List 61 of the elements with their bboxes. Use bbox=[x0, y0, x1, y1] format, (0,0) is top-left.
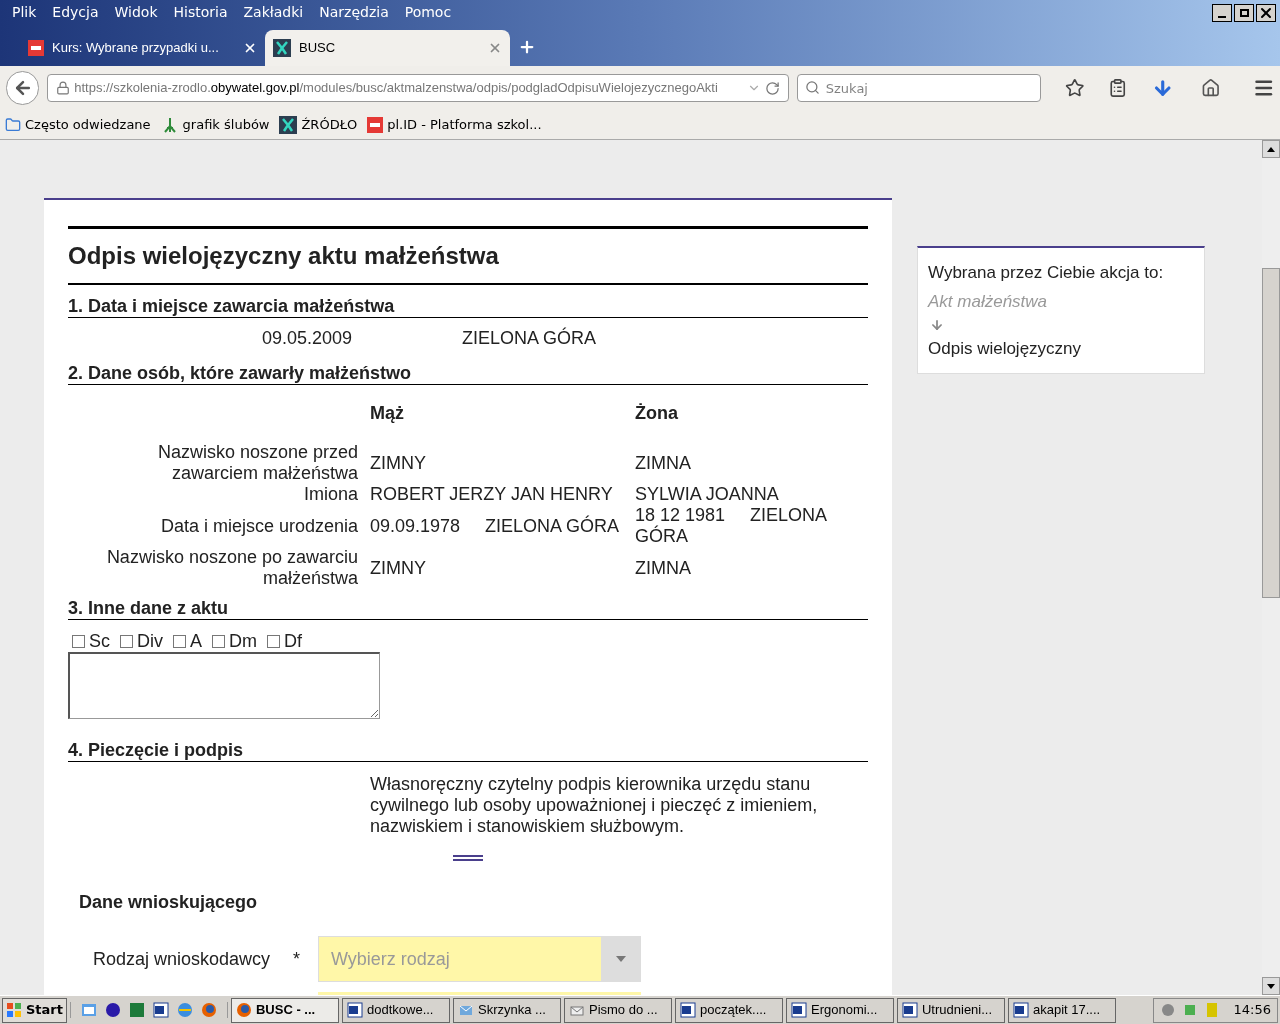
browser-tab[interactable]: Kurs: Wybrane przypadki u... bbox=[20, 30, 265, 66]
section-heading: Dane wnioskującego bbox=[79, 891, 259, 914]
document-title: Odpis wielojęzyczny aktu małżeństwa bbox=[68, 241, 500, 271]
taskbar-button[interactable]: akapit 17.... bbox=[1008, 997, 1116, 1023]
bookmark[interactable]: ŹRÓDŁO bbox=[301, 114, 358, 135]
url-field[interactable]: https://szkolenia-zrodlo.obywatel.gov.pl/modules/busc/aktmalzenstwa/odpis/podgladOdpisuWielojezycznegoAkti bbox=[47, 74, 789, 102]
field-label: Rodzaj wnioskodawcy bbox=[93, 947, 272, 971]
required-mark: * bbox=[293, 947, 301, 971]
taskbar-button[interactable]: Ergonomi... bbox=[786, 997, 894, 1023]
menu-item[interactable]: Zakładki bbox=[235, 2, 312, 23]
url-text: https://szkolenia-zrodlo.obywatel.gov.pl/modules/busc/aktmalzenstwa/odpis/podgladOdpisuWielojezycznegoAkti bbox=[74, 79, 719, 98]
taskbar-button[interactable]: dodtkowe... bbox=[342, 997, 450, 1023]
section-heading: 3. Inne dane z aktu bbox=[68, 597, 868, 620]
taskbar-button[interactable]: BUSC - ... bbox=[231, 997, 339, 1023]
browser-tab[interactable]: BUSC bbox=[265, 30, 510, 66]
section-heading: 1. Data i miejsce zawarcia małżeństwa bbox=[68, 295, 868, 318]
clock: 14:56 bbox=[1233, 1001, 1271, 1020]
taskbar-button[interactable]: Utrudnieni... bbox=[897, 997, 1005, 1023]
table-cell-text: 09.09.1978 ZIELONA GÓRA bbox=[370, 515, 621, 537]
section-heading: 4. Pieczęcie i podpis bbox=[68, 739, 868, 762]
checkbox-label: Df bbox=[284, 630, 303, 652]
menu-item[interactable]: Plik bbox=[4, 2, 45, 23]
signature-note: Własnoręczny czytelny podpis kierownika urzędu stanu cywilnego lub osoby upoważnionej i pieczęć z imieniem, nazwiskiem i stanowiskiem służbowym. bbox=[370, 774, 819, 837]
marriage-place: ZIELONA GÓRA bbox=[462, 326, 597, 350]
checkbox-label: Dm bbox=[229, 630, 258, 652]
column-header: Żona bbox=[635, 403, 679, 424]
checkbox-label: Div bbox=[137, 630, 163, 652]
menu-item[interactable]: Historia bbox=[165, 2, 236, 23]
menu-item[interactable]: Widok bbox=[106, 2, 166, 23]
checkbox-label: Sc bbox=[89, 630, 110, 652]
row-label: Imiona bbox=[302, 484, 358, 505]
row-label: Data i miejsce urodzenia bbox=[159, 515, 358, 537]
bookmark[interactable]: pl.ID - Platforma szkol... bbox=[387, 114, 542, 135]
checkbox-label: A bbox=[190, 630, 203, 652]
taskbar-button[interactable]: Pismo do ... bbox=[564, 997, 672, 1023]
search-field[interactable]: Szukaj bbox=[796, 74, 1041, 102]
menu-item[interactable]: Pomoc bbox=[396, 2, 460, 23]
row-label: Nazwisko noszone po zawarciu małżeństwa bbox=[105, 547, 358, 589]
menu-item[interactable]: Narzędzia bbox=[311, 2, 397, 23]
table-cell-text: ZIMNA bbox=[635, 452, 692, 474]
column-header: Mąż bbox=[370, 403, 405, 424]
taskbar-button[interactable]: Skrzynka ... bbox=[453, 997, 561, 1023]
selected-action: Odpis wielojęzyczny bbox=[928, 338, 1083, 360]
start-button[interactable]: Start bbox=[2, 997, 67, 1023]
marriage-date: 09.05.2009 bbox=[262, 326, 354, 350]
row-label: Nazwisko noszone przed zawarciem małżeństwa bbox=[156, 442, 358, 484]
panel-title: Wybrana przez Ciebie akcja to: bbox=[928, 262, 1165, 284]
table-cell-text: SYLWIA JOANNA bbox=[635, 484, 780, 505]
table-cell-text: ZIMNA bbox=[635, 557, 692, 579]
table-cell-text: 18 12 1981 ZIELONA GÓRA bbox=[635, 505, 828, 547]
previous-action: Akt małżeństwa bbox=[928, 291, 1049, 313]
table-cell-text: ROBERT JERZY JAN HENRY bbox=[370, 484, 614, 505]
tab-title: BUSC bbox=[299, 39, 337, 58]
section-heading: 2. Dane osób, które zawarły małżeństwo bbox=[68, 362, 868, 385]
taskbar-button[interactable]: początek.... bbox=[675, 997, 783, 1023]
tab-title: Kurs: Wybrane przypadki u... bbox=[52, 39, 220, 58]
bookmark[interactable]: grafik ślubów bbox=[182, 114, 270, 135]
table-cell-text: ZIMNY bbox=[370, 452, 427, 474]
menu-item[interactable]: Edycja bbox=[44, 2, 107, 23]
bookmark[interactable]: Często odwiedzane bbox=[25, 114, 151, 135]
table-cell-text: ZIMNY bbox=[370, 557, 427, 579]
